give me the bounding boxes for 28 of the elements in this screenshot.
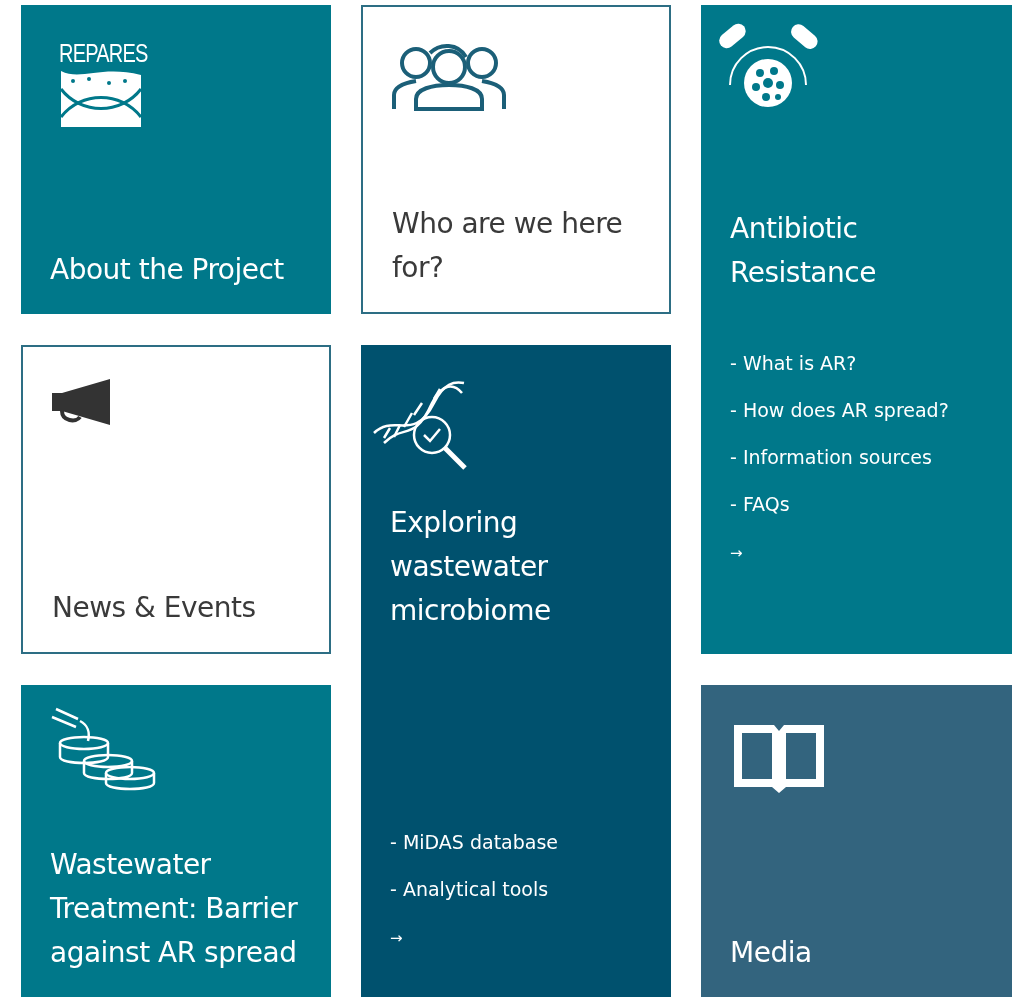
- tile[interactable]: News & Events: [21, 345, 331, 654]
- tile[interactable]: Who are we here for?: [361, 5, 671, 314]
- link[interactable]: - FAQs: [730, 490, 982, 519]
- people-icon: [392, 41, 506, 111]
- tile-title: Media: [730, 935, 813, 971]
- dna-landscape-icon: [59, 69, 143, 127]
- pills-virus-icon: [716, 21, 820, 107]
- tile[interactable]: Exploring wastewater microbiome - MiDAS database - Analytical tools →: [361, 345, 671, 997]
- tile-title: Wastewater Treatment: Barrier against AR spread: [50, 847, 299, 971]
- megaphone-icon: [52, 379, 112, 427]
- tile-title: About the Project: [50, 252, 285, 288]
- logo-text: REPARES: [59, 41, 148, 66]
- tile[interactable]: REPARES About the Project: [21, 5, 331, 314]
- link[interactable]: - Information sources: [730, 443, 982, 472]
- tile-title: Exploring wastewater microbiome: [390, 505, 552, 629]
- tile-title: Antibiotic Resistance: [730, 211, 877, 291]
- tile[interactable]: Media: [701, 685, 1012, 997]
- settling-tanks-icon: [50, 705, 156, 791]
- link[interactable]: - How does AR spread?: [730, 396, 982, 425]
- tile[interactable]: Antibiotic Resistance - What is AR? - How does AR spread? - Information sources - FAQs →: [701, 5, 1012, 654]
- tile-title: Who are we here for?: [392, 206, 624, 286]
- link[interactable]: - Analytical tools: [390, 875, 641, 904]
- arrow-link[interactable]: →: [390, 924, 403, 953]
- link[interactable]: - What is AR?: [730, 349, 982, 378]
- tile[interactable]: Wastewater Treatment: Barrier against AR spread: [21, 685, 331, 997]
- arrow-link[interactable]: →: [730, 539, 743, 568]
- tile-title: News & Events: [52, 590, 257, 626]
- link[interactable]: - MiDAS database: [390, 828, 641, 857]
